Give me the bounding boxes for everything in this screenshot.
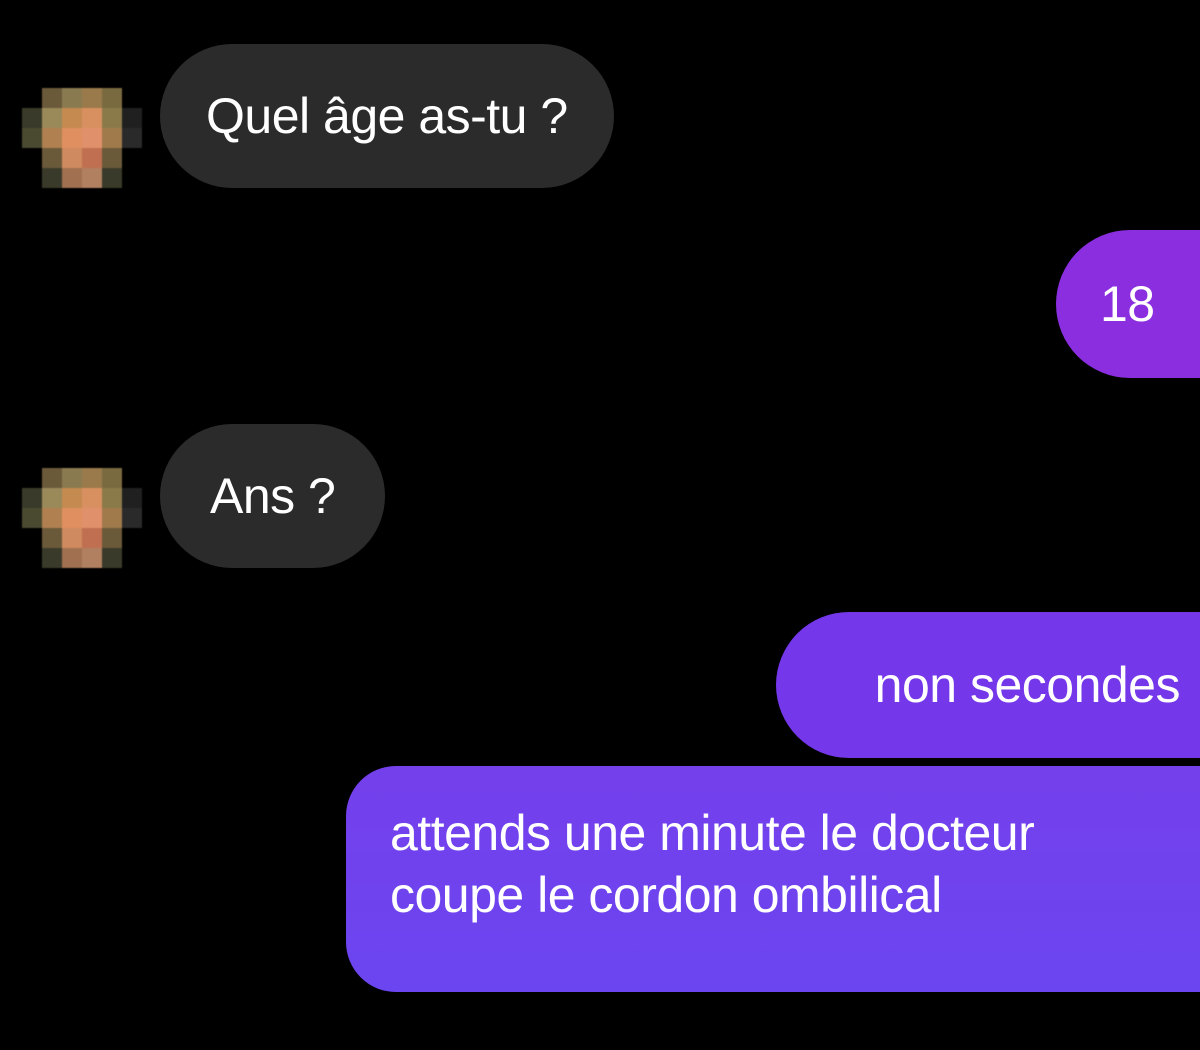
message-text: 18	[1100, 276, 1155, 332]
received-message-bubble[interactable]: Ans ?	[160, 424, 386, 568]
contact-avatar[interactable]	[22, 468, 142, 568]
received-message-bubble[interactable]: Quel âge as-tu ?	[160, 44, 614, 188]
message-text: non secondes	[874, 657, 1181, 713]
contact-avatar[interactable]	[22, 88, 142, 188]
message-text-line: attends une minute le docteur	[390, 805, 1035, 861]
message-text-line: coupe le cordon ombilical	[390, 867, 942, 923]
message-text: Ans ?	[210, 468, 336, 524]
sent-message-bubble[interactable]: attends une minute le docteur coupe le c…	[346, 766, 1200, 992]
sent-message-bubble[interactable]: non secondes	[776, 612, 1200, 758]
sent-message-bubble[interactable]: 18	[1056, 230, 1200, 378]
message-text: Quel âge as-tu ?	[206, 88, 568, 144]
chat-thread: Quel âge as-tu ? 18 Ans ? non secondes a…	[0, 0, 1200, 1050]
